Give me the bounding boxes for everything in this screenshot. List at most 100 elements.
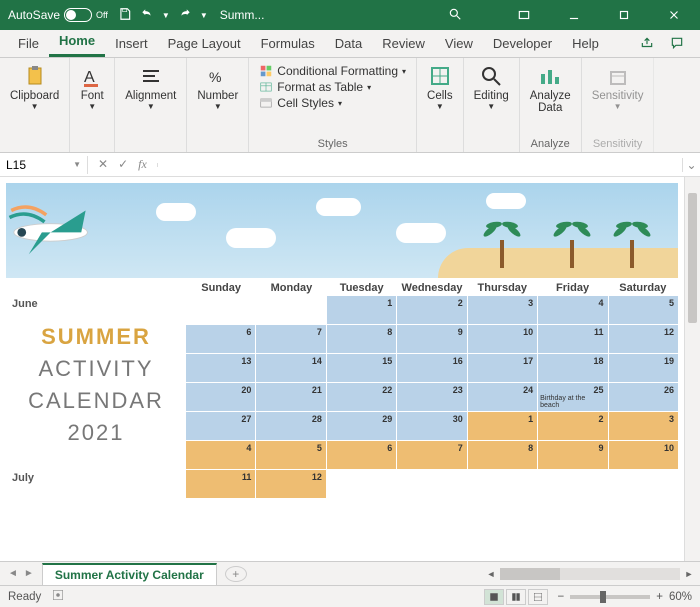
page-break-view-icon[interactable] bbox=[528, 589, 548, 605]
autosave-toggle[interactable]: AutoSave Off bbox=[8, 8, 108, 22]
calendar-cell[interactable]: 4 bbox=[186, 441, 255, 469]
calendar-cell[interactable]: 20 bbox=[186, 383, 255, 411]
calendar-cell[interactable]: 15 bbox=[327, 354, 396, 382]
editing-button[interactable]: Editing▼ bbox=[470, 62, 513, 113]
calendar-cell[interactable]: 26 bbox=[609, 383, 678, 411]
calendar-cell[interactable] bbox=[256, 296, 325, 324]
calendar-cell[interactable]: 29 bbox=[327, 412, 396, 440]
calendar-cell[interactable]: 9 bbox=[538, 441, 607, 469]
calendar-cell[interactable] bbox=[327, 470, 396, 498]
calendar-cell[interactable]: 8 bbox=[327, 325, 396, 353]
calendar-cell[interactable] bbox=[538, 470, 607, 498]
calendar-cell[interactable]: 7 bbox=[256, 325, 325, 353]
calendar-cell[interactable]: 2 bbox=[538, 412, 607, 440]
calendar-cell[interactable]: 21 bbox=[256, 383, 325, 411]
name-box[interactable]: L15▼ bbox=[0, 156, 88, 174]
share-icon[interactable] bbox=[632, 32, 662, 57]
calendar-cell[interactable]: 12 bbox=[609, 325, 678, 353]
calendar-cell[interactable]: 19 bbox=[609, 354, 678, 382]
calendar-cell[interactable]: 24 bbox=[468, 383, 537, 411]
search-icon[interactable] bbox=[438, 7, 502, 24]
tab-file[interactable]: File bbox=[8, 32, 49, 57]
minimize-icon[interactable] bbox=[552, 0, 596, 30]
fx-icon[interactable]: fx bbox=[138, 157, 147, 172]
calendar-cell[interactable]: 1 bbox=[327, 296, 396, 324]
tab-page-layout[interactable]: Page Layout bbox=[158, 32, 251, 57]
calendar-cell[interactable] bbox=[468, 470, 537, 498]
tab-insert[interactable]: Insert bbox=[105, 32, 158, 57]
calendar-cell[interactable]: 6 bbox=[186, 325, 255, 353]
chevron-down-icon[interactable]: ▼ bbox=[200, 11, 208, 20]
expand-formula-bar-icon[interactable]: ⌄ bbox=[682, 158, 700, 172]
zoom-in-icon[interactable]: + bbox=[656, 591, 663, 603]
calendar-cell[interactable]: 3 bbox=[468, 296, 537, 324]
add-sheet-button[interactable]: + bbox=[225, 566, 247, 582]
page-layout-view-icon[interactable] bbox=[506, 589, 526, 605]
analyze-data-button[interactable]: Analyze Data bbox=[526, 62, 575, 116]
macro-record-icon[interactable] bbox=[51, 588, 65, 605]
tab-review[interactable]: Review bbox=[372, 32, 435, 57]
calendar-cell[interactable]: 9 bbox=[397, 325, 466, 353]
chevron-down-icon[interactable]: ▼ bbox=[162, 11, 170, 20]
ribbon-display-icon[interactable] bbox=[502, 0, 546, 30]
calendar-cell[interactable]: 27 bbox=[186, 412, 255, 440]
enter-icon[interactable]: ✓ bbox=[118, 157, 128, 172]
cancel-icon[interactable]: ✕ bbox=[98, 157, 108, 172]
calendar-cell[interactable]: 8 bbox=[468, 441, 537, 469]
number-button[interactable]: %Number▼ bbox=[193, 62, 242, 113]
calendar-cell[interactable]: 5 bbox=[256, 441, 325, 469]
calendar-cell[interactable]: 1 bbox=[468, 412, 537, 440]
save-icon[interactable] bbox=[118, 7, 132, 24]
calendar-cell[interactable]: 25Birthday at the beach bbox=[538, 383, 607, 411]
calendar-cell[interactable]: 10 bbox=[468, 325, 537, 353]
cell-styles-button[interactable]: Cell Styles▾ bbox=[259, 96, 406, 110]
sensitivity-button[interactable]: Sensitivity▼ bbox=[588, 62, 648, 113]
paste-button[interactable]: Clipboard▼ bbox=[6, 62, 63, 113]
next-sheet-icon[interactable]: ► bbox=[24, 568, 34, 579]
close-icon[interactable] bbox=[652, 0, 696, 30]
tab-help[interactable]: Help bbox=[562, 32, 609, 57]
horizontal-scrollbar[interactable]: ◄► bbox=[247, 567, 700, 581]
formula-bar[interactable] bbox=[157, 163, 682, 167]
calendar-cell[interactable]: 11 bbox=[538, 325, 607, 353]
tab-developer[interactable]: Developer bbox=[483, 32, 562, 57]
tab-formulas[interactable]: Formulas bbox=[251, 32, 325, 57]
maximize-icon[interactable] bbox=[602, 0, 646, 30]
calendar-cell[interactable]: 11 bbox=[186, 470, 255, 498]
normal-view-icon[interactable] bbox=[484, 589, 504, 605]
calendar-cell[interactable] bbox=[609, 470, 678, 498]
calendar-cell[interactable]: 6 bbox=[327, 441, 396, 469]
calendar-cell[interactable]: 28 bbox=[256, 412, 325, 440]
calendar-cell[interactable]: 7 bbox=[397, 441, 466, 469]
zoom-control[interactable]: − + 60% bbox=[558, 591, 692, 603]
calendar-cell[interactable]: 3 bbox=[609, 412, 678, 440]
zoom-out-icon[interactable]: − bbox=[558, 591, 565, 603]
tab-view[interactable]: View bbox=[435, 32, 483, 57]
tab-home[interactable]: Home bbox=[49, 29, 105, 57]
calendar-cell[interactable]: 10 bbox=[609, 441, 678, 469]
calendar-cell[interactable]: 13 bbox=[186, 354, 255, 382]
conditional-formatting-button[interactable]: Conditional Formatting▾ bbox=[259, 64, 406, 78]
font-button[interactable]: AFont▼ bbox=[76, 62, 108, 113]
zoom-slider[interactable] bbox=[570, 595, 650, 599]
calendar-cell[interactable]: 12 bbox=[256, 470, 325, 498]
sheet-tab-active[interactable]: Summer Activity Calendar bbox=[42, 563, 217, 585]
calendar-cell[interactable] bbox=[397, 470, 466, 498]
calendar-cell[interactable]: 30 bbox=[397, 412, 466, 440]
calendar-cell[interactable]: 5 bbox=[609, 296, 678, 324]
vertical-scrollbar[interactable] bbox=[684, 177, 700, 561]
calendar-cell[interactable]: 17 bbox=[468, 354, 537, 382]
undo-icon[interactable] bbox=[140, 7, 154, 24]
comments-icon[interactable] bbox=[662, 32, 692, 57]
calendar-cell[interactable]: 22 bbox=[327, 383, 396, 411]
cells-button[interactable]: Cells▼ bbox=[423, 62, 457, 113]
redo-icon[interactable] bbox=[178, 7, 192, 24]
calendar-cell[interactable]: 23 bbox=[397, 383, 466, 411]
prev-sheet-icon[interactable]: ◄ bbox=[8, 568, 18, 579]
tab-data[interactable]: Data bbox=[325, 32, 372, 57]
alignment-button[interactable]: Alignment▼ bbox=[121, 62, 180, 113]
calendar-cell[interactable]: 14 bbox=[256, 354, 325, 382]
calendar-cell[interactable]: 4 bbox=[538, 296, 607, 324]
calendar-grid[interactable]: 1234567891011121314151617181920212223242… bbox=[186, 296, 678, 498]
calendar-cell[interactable]: 16 bbox=[397, 354, 466, 382]
